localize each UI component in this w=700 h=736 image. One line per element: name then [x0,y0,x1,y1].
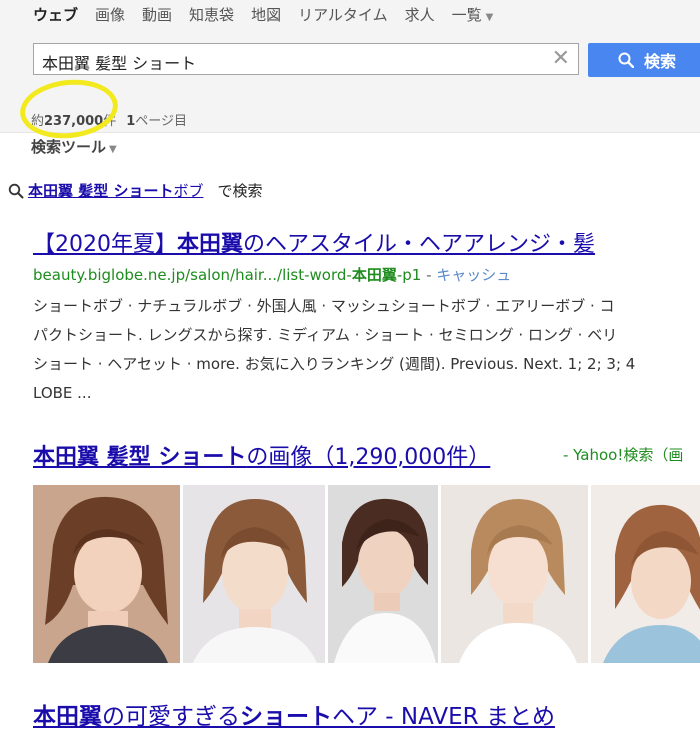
caret-down-icon: ▼ [485,11,494,23]
suggestion-bold: 本田翼 髪型 ショート [28,182,174,200]
image-title-post: の画像（1,290,000件） [246,445,491,470]
tab-list[interactable]: 一覧 ▼ [452,4,494,25]
search-input[interactable]: 本田翼 髪型 ショート ✕ [33,43,579,75]
naver-title-post: ヘア - NAVER まとめ [332,704,555,730]
search-button[interactable]: 検索 [588,43,700,77]
url-pre: beauty.biglobe.ne.jp/salon/hair.../list-… [33,266,352,284]
search-suggestion: 本田翼 髪型 ショートボブ で検索 [8,180,262,201]
result-url: beauty.biglobe.ne.jp/salon/hair.../list-… [33,264,511,285]
snippet-line: LOBE ... [33,384,92,402]
image-thumbnails [33,485,700,663]
tab-realtime[interactable]: リアルタイム [298,4,388,25]
search-header: ウェブ 画像 動画 知恵袋 地図 リアルタイム 求人 一覧 ▼ 本田翼 髪型 ショ… [0,0,700,143]
image-thumbnail[interactable] [591,485,700,663]
snippet-line: ショートボブ · ナチュラルボブ · 外国人風 · マッシュショートボブ · エ… [33,297,615,315]
caret-down-icon: ▼ [109,144,117,155]
url-separator: - [421,266,437,284]
suggestion-tail: で検索 [217,182,263,200]
result-title-pre: 【2020年夏】 [33,232,177,257]
snippet-line: パクトショート. レングスから探す. ミディアム · ショート · セミロング … [33,326,618,344]
naver-title-bold1: 本田翼 [33,704,102,730]
result-title-link[interactable]: 【2020年夏】本田翼のヘアスタイル・ヘアアレンジ・髪 [33,226,595,258]
search-button-label: 検索 [644,52,677,71]
tab-jobs[interactable]: 求人 [405,4,435,25]
url-post: -p1 [396,266,422,284]
url-bold: 本田翼 [351,266,397,284]
image-thumbnail[interactable] [33,485,180,663]
tab-images[interactable]: 画像 [95,4,125,25]
snippet-line: ショート · ヘアセット · more. お気に入りランキング (週間). Pr… [33,355,636,373]
result-title-bold: 本田翼 [177,232,244,257]
search-icon [618,52,634,68]
tab-list-label: 一覧 [451,5,482,24]
vertical-tabs: ウェブ 画像 動画 知恵袋 地図 リアルタイム 求人 一覧 ▼ [33,3,510,25]
cache-link[interactable]: キャッシュ [436,266,511,284]
tab-chiebukuro[interactable]: 知恵袋 [189,4,234,25]
result-snippet: ショートボブ · ナチュラルボブ · 外国人風 · マッシュショートボブ · エ… [33,292,700,408]
image-thumbnail[interactable] [183,485,325,663]
search-query-text: 本田翼 髪型 ショート [42,54,197,73]
search-tools-label: 検索ツール [31,138,107,156]
suggestion-rest: ボブ [173,182,204,200]
suggestion-link[interactable]: 本田翼 髪型 ショートボブ [28,180,203,201]
clear-icon[interactable]: ✕ [552,47,570,71]
page-label: ページ目 [135,114,188,129]
image-results-source: - Yahoo!検索（画 [563,446,684,464]
naver-result-title-link[interactable]: 本田翼の可愛すぎるショートヘア - NAVER まとめ [33,697,555,731]
search-tools-button[interactable]: 検索ツール ▼ [31,136,117,157]
image-title-bold: 本田翼 髪型 ショート [33,445,247,470]
search-icon [8,183,24,198]
tab-web[interactable]: ウェブ [33,4,78,25]
result-title-post: のヘアスタイル・ヘアアレンジ・髪 [243,232,596,257]
tab-videos[interactable]: 動画 [142,4,172,25]
naver-title-bold2: ショート [240,704,332,730]
tab-map[interactable]: 地図 [251,4,281,25]
image-thumbnail[interactable] [441,485,588,663]
page-number: 1 [126,114,136,129]
naver-title-mid: の可愛すぎる [102,704,240,730]
image-thumbnail[interactable] [328,485,438,663]
highlight-circle [17,75,121,143]
image-results-title-link[interactable]: 本田翼 髪型 ショートの画像（1,290,000件） [33,439,490,471]
